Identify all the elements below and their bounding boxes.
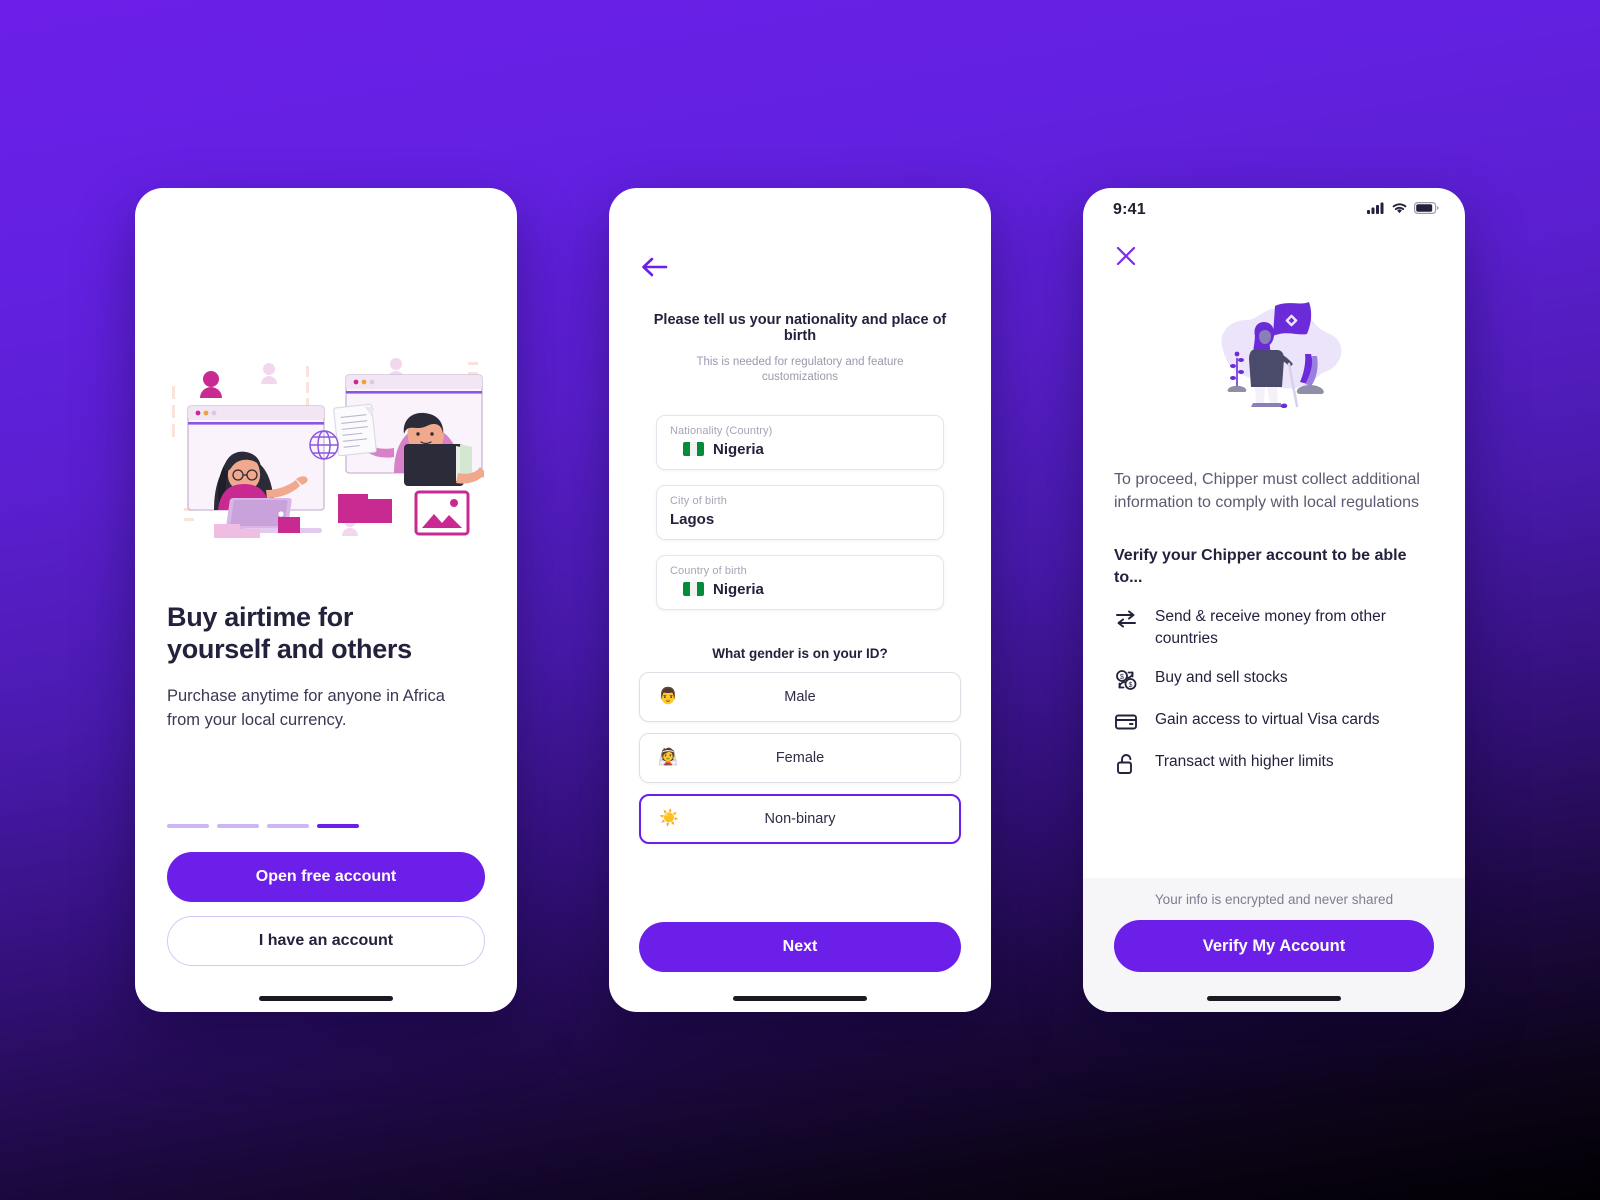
page-subtitle-line1: Purchase anytime for anyone in Africa [167,687,445,706]
gender-option-non-binary-label: Non-binary [764,810,836,827]
arrow-left-icon[interactable] [639,254,669,280]
benefit-item-higher-limits: Transact with higher limits [1114,751,1434,776]
woman-with-flag-illustration [1114,286,1434,418]
city-of-birth-field[interactable]: City of birth Lagos [656,484,944,540]
sun-emoji: ☀️ [659,809,679,827]
nigeria-flag-icon [683,582,704,597]
progress-dash-3[interactable] [267,824,309,828]
page-title-line2: yourself and others [167,633,412,664]
city-of-birth-field-value: Lagos [670,510,715,528]
encryption-note: Your info is encrypted and never shared [1154,892,1394,907]
benefit-item-visa-cards: Gain access to virtual Visa cards [1114,709,1434,734]
gender-options-list: 👨 Male 👰 Female ☀️ Non-binary [639,671,961,844]
phone-screen-onboarding: Buy airtime for yourself and others Purc… [135,188,517,1012]
form-title: Please tell us your nationality and plac… [653,312,947,344]
benefit-item-visa-cards-label: Gain access to virtual Visa cards [1155,710,1380,728]
gender-question-label: What gender is on your ID? [712,645,888,661]
verify-heading: Verify your Chipper account to be able t… [1114,546,1407,587]
page-subtitle-line2: from your local currency. [167,711,347,730]
birth-info-fields: Nationality (Country) Nigeria City of bi… [639,414,961,610]
phone-screen-verify: 9:41 To proceed, Chipper must collect ad… [1083,188,1465,1012]
currency-exchange-icon: $ $ [1114,668,1138,692]
country-of-birth-field[interactable]: Country of birth Nigeria [656,554,944,610]
progress-dash-1[interactable] [167,824,209,828]
status-bar: 9:41 [1083,188,1465,232]
benefit-item-stocks-label: Buy and sell stocks [1155,668,1288,686]
progress-dash-4[interactable] [317,824,359,828]
verify-footer: Your info is encrypted and never shared … [1083,878,1465,1012]
phone-screen-nationality: Please tell us your nationality and plac… [609,188,991,1012]
open-free-account-button[interactable]: Open free account [167,852,485,902]
page-title-line1: Buy airtime for [167,602,354,632]
verify-my-account-button[interactable]: Verify My Account [1114,920,1434,972]
phone-mockup-stage: Buy airtime for yourself and others Purc… [0,0,1600,1200]
battery-icon [1414,201,1439,219]
svg-text:$: $ [1120,674,1124,681]
close-icon[interactable] [1114,244,1138,268]
transfer-arrows-icon [1114,607,1138,631]
country-of-birth-field-value: Nigeria [713,580,764,598]
nationality-field[interactable]: Nationality (Country) Nigeria [656,414,944,470]
benefits-list: Send & receive money from other countrie… [1114,606,1434,776]
status-bar-time: 9:41 [1113,201,1146,218]
man-emoji: 👨 [658,687,678,705]
nationality-field-label: Nationality (Country) [670,424,773,437]
page-title: Buy airtime for yourself and others [167,602,485,665]
gender-option-female[interactable]: 👰 Female [639,732,961,783]
nationality-field-value: Nigeria [713,440,764,458]
home-indicator [733,996,867,1001]
benefit-item-send-receive: Send & receive money from other countrie… [1114,606,1434,650]
gender-option-male[interactable]: 👨 Male [639,671,961,722]
benefit-item-send-receive-label: Send & receive money from other countrie… [1155,607,1386,647]
gender-option-non-binary[interactable]: ☀️ Non-binary [639,793,961,844]
unlock-icon [1114,752,1138,776]
svg-text:$: $ [1129,682,1133,689]
gender-option-female-label: Female [775,749,825,766]
country-of-birth-field-label: Country of birth [670,564,747,577]
people-collaborating-illustration [167,340,485,540]
onboarding-progress-indicator [167,824,485,828]
gender-option-male-label: Male [784,688,816,705]
woman-emoji: 👰 [658,748,678,766]
benefit-item-higher-limits-label: Transact with higher limits [1155,752,1334,770]
cellular-signal-icon [1367,201,1385,219]
nigeria-flag-icon [683,442,704,457]
next-button[interactable]: Next [639,922,961,972]
home-indicator [1207,996,1341,1001]
city-of-birth-field-label: City of birth [670,494,727,507]
wifi-icon [1391,201,1408,219]
home-indicator [259,996,393,1001]
verify-lead-text: To proceed, Chipper must collect additio… [1114,471,1420,512]
benefit-item-stocks: $ $ Buy and sell stocks [1114,667,1434,692]
credit-card-icon [1114,710,1138,734]
form-subtitle: This is needed for regulatory and featur… [696,356,904,383]
i-have-an-account-button[interactable]: I have an account [167,916,485,966]
page-subtitle: Purchase anytime for anyone in Africa fr… [167,685,485,733]
progress-dash-2[interactable] [217,824,259,828]
